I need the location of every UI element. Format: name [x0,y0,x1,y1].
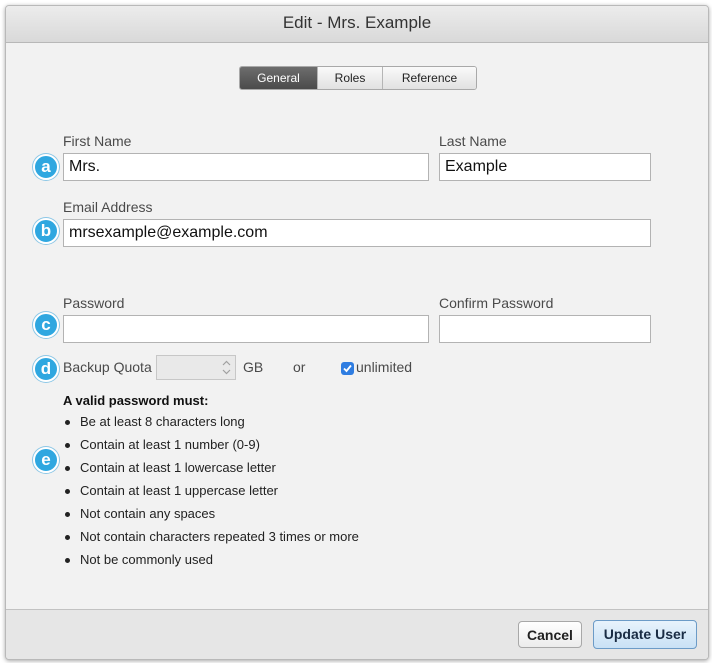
list-item: Contain at least 1 uppercase letter [63,479,359,502]
list-item: Not be commonly used [63,548,359,571]
list-item: Contain at least 1 lowercase letter [63,456,359,479]
last-name-input[interactable]: Example [439,153,651,181]
or-text: or [293,359,306,375]
list-item: Contain at least 1 number (0-9) [63,433,359,456]
update-user-button[interactable]: Update User [593,620,697,649]
last-name-label: Last Name [439,133,507,149]
password-input[interactable] [63,315,429,343]
email-label: Email Address [63,199,153,215]
confirm-password-input[interactable] [439,315,651,343]
email-input[interactable]: mrsexample@example.com [63,219,651,247]
quota-stepper-icon[interactable] [222,359,231,376]
backup-quota-input[interactable] [156,355,236,380]
checkmark-icon [343,364,352,373]
first-name-label: First Name [63,133,132,149]
edit-user-dialog: Edit - Mrs. Example General Roles Refere… [5,5,709,660]
list-item: Not contain any spaces [63,502,359,525]
marker-a: a [33,154,59,180]
list-item: Not contain characters repeated 3 times … [63,525,359,548]
tab-reference[interactable]: Reference [382,67,476,89]
password-label: Password [63,295,125,311]
marker-c: c [33,312,59,338]
list-item: Be at least 8 characters long [63,410,359,433]
password-rules-title: A valid password must: [63,393,209,408]
confirm-password-label: Confirm Password [439,295,554,311]
tab-roles[interactable]: Roles [317,67,382,89]
password-rules-list: Be at least 8 characters long Contain at… [63,410,359,571]
first-name-input[interactable]: Mrs. [63,153,429,181]
title-bar: Edit - Mrs. Example [6,6,708,43]
unlimited-checkbox[interactable] [341,362,354,375]
unlimited-label[interactable]: unlimited [356,359,412,375]
cancel-button[interactable]: Cancel [518,621,582,648]
quota-unit-label: GB [243,359,264,375]
marker-d: d [33,356,59,382]
backup-quota-label: Backup Quota [63,359,152,375]
tab-general[interactable]: General [240,67,317,89]
dialog-title: Edit - Mrs. Example [282,13,432,32]
marker-b: b [33,218,59,244]
marker-e: e [33,447,59,473]
tab-bar: General Roles Reference [239,66,477,90]
